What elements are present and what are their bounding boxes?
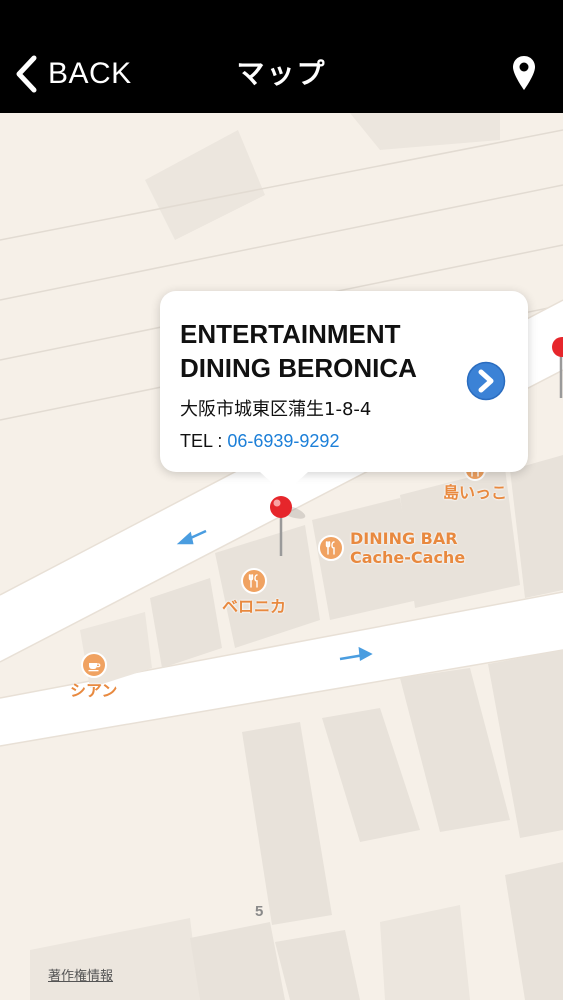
chevron-right-circle-icon[interactable]	[466, 361, 506, 401]
place-callout[interactable]: ENTERTAINMENT DINING BERONICA 大阪市城東区蒲生1-…	[160, 291, 528, 494]
location-pin-icon[interactable]	[511, 54, 537, 94]
legal-link[interactable]: 著作権情報	[48, 965, 113, 984]
selected-location-pin[interactable]	[266, 494, 316, 560]
poi-label: 島いっこ	[443, 483, 508, 502]
phone-link[interactable]: 06-6939-9292	[227, 431, 339, 451]
poi-beronica[interactable]: ベロニカ	[222, 568, 286, 616]
poi-label: シアン	[70, 681, 118, 700]
poi-label: DINING BAR	[350, 529, 458, 548]
chevron-left-icon	[16, 55, 37, 93]
back-button[interactable]: BACK	[14, 52, 132, 96]
phone-prefix: TEL :	[180, 431, 228, 451]
poi-cyan[interactable]: シアン	[70, 652, 117, 700]
restaurant-icon	[318, 535, 344, 561]
nav-bar: BACK マップ	[0, 0, 563, 113]
block-number: 5	[255, 903, 264, 920]
back-label: BACK	[48, 57, 132, 90]
place-phone: TEL : 06-6939-9292	[180, 431, 339, 452]
place-name: ENTERTAINMENT DINING BERONICA	[180, 319, 417, 383]
cafe-icon	[80, 652, 107, 678]
poi-dining-bar-cache-cache[interactable]: DINING BAR Cache-Cache	[318, 529, 465, 567]
restaurant-icon	[241, 568, 267, 594]
poi-label-line2: Cache-Cache	[350, 548, 466, 567]
place-address: 大阪市城東区蒲生1-8-4	[180, 399, 372, 420]
poi-label: ベロニカ	[222, 597, 287, 616]
